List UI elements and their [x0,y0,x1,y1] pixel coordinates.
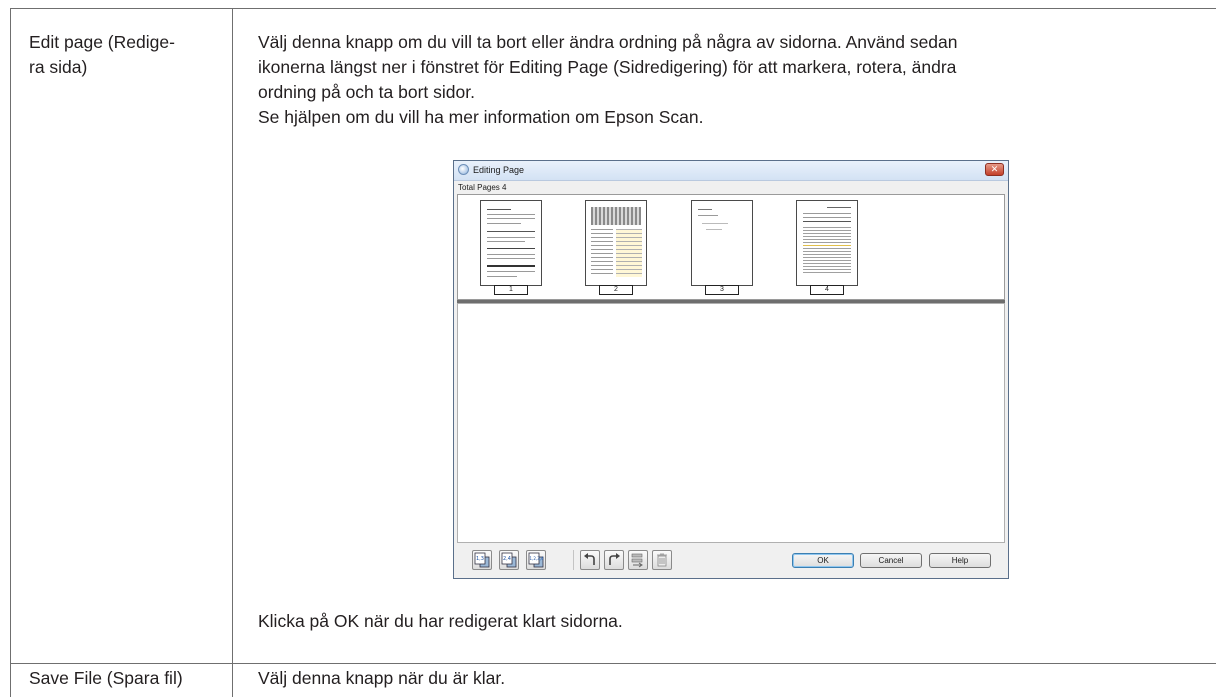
page-thumbnail[interactable] [585,200,647,286]
table-row-divider [10,663,1216,664]
svg-text:1,3: 1,3 [476,556,484,562]
page-number: 4 [810,285,844,295]
thumbnail-pane: 1 2 3 4 [457,194,1005,300]
page-thumbnail[interactable] [480,200,542,286]
editing-page-window: Editing Page ✕ Total Pages 4 1 2 3 4 1,3… [453,160,1009,579]
rotate-right-icon [609,553,620,565]
svg-text:2,4: 2,4 [503,556,511,562]
select-odd-pages-button[interactable]: 1,3 [472,550,492,570]
description-cell-save-file: Välj denna knapp när du är klar. [258,668,506,688]
page-thumbnail[interactable] [691,200,753,286]
close-icon[interactable]: ✕ [985,163,1004,176]
delete-page-icon [657,553,667,567]
table-top-border [10,8,1216,9]
total-pages-label: Total Pages 4 [458,183,507,192]
term-cell-save-file: Save File (Spara fil) [29,668,183,688]
description-line: ikonerna längst ner i fönstret för Editi… [258,57,957,77]
app-icon [458,164,469,175]
description-line: ordning på och ta bort sidor. [258,82,475,102]
term-cell-edit-page: Edit page (Redige- ra sida) [29,30,224,80]
reorder-pages-icon [631,553,643,568]
term-line: Edit page (Redige- [29,32,175,52]
help-button[interactable]: Help [929,553,991,568]
rotate-left-button[interactable] [580,550,600,570]
delete-page-button[interactable] [652,550,672,570]
select-all-pages-icon: 1,2,3,4 [528,552,544,568]
select-all-pages-button[interactable]: 1,2,3,4 [526,550,546,570]
page-number: 3 [705,285,739,295]
page-number: 1 [494,285,528,295]
select-even-pages-icon: 2,4 [501,552,517,568]
window-titlebar: Editing Page ✕ [454,161,1008,181]
reorder-pages-button[interactable] [628,550,648,570]
description-cell-edit-page: Välj denna knapp om du vill ta bort elle… [258,30,1208,130]
footer-note: Klicka på OK när du har redigerat klart … [258,611,623,631]
description-line: Välj denna knapp om du vill ta bort elle… [258,32,958,52]
page-thumbnail[interactable] [796,200,858,286]
svg-text:1,2,3,4: 1,2,3,4 [530,556,544,561]
page-number: 2 [599,285,633,295]
page-preview-pane [457,303,1005,543]
toolbar-divider [573,550,574,570]
window-title: Editing Page [473,165,525,175]
ok-button[interactable]: OK [792,553,854,568]
term-line: ra sida) [29,57,88,77]
select-odd-pages-icon: 1,3 [474,552,490,568]
table-column-divider [232,8,233,697]
rotate-left-icon [584,553,595,565]
help-note: Se hjälpen om du vill ha mer information… [258,107,704,127]
cancel-button[interactable]: Cancel [860,553,922,568]
table-left-border [10,8,11,697]
select-even-pages-button[interactable]: 2,4 [499,550,519,570]
rotate-right-button[interactable] [604,550,624,570]
